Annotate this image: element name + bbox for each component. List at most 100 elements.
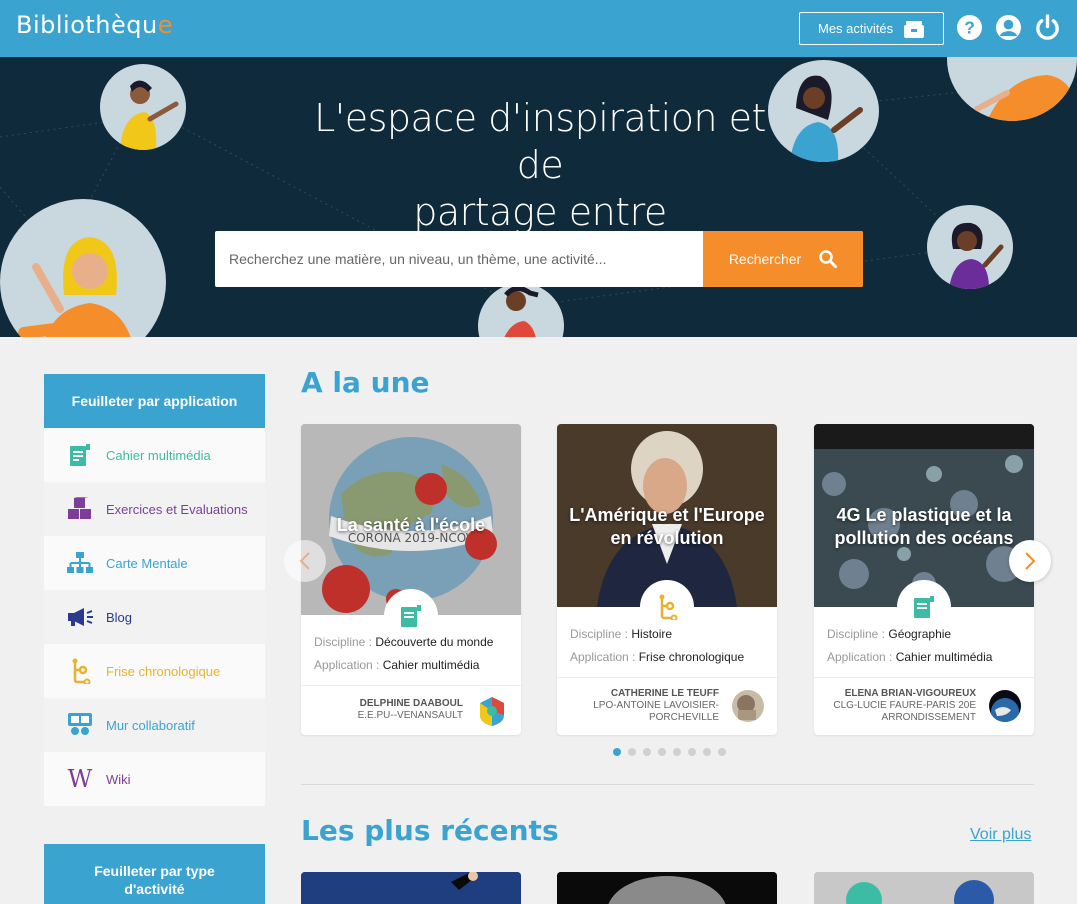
- chevron-right-icon: [1025, 552, 1036, 570]
- sidebar-item-label: Frise chronologique: [106, 663, 221, 679]
- card-meta: Discipline : Histoire Application : Fris…: [570, 623, 744, 669]
- hero-banner: L'espace d'inspiration et de partage ent…: [0, 57, 1077, 337]
- application-list: Cahier multimédia Exercices et Evaluatio…: [44, 428, 265, 806]
- sidebar-item-label: Blog: [106, 609, 133, 625]
- card-image: CORONA 2019-NCOV La santé à l'école: [301, 424, 521, 615]
- search-button[interactable]: Rechercher: [703, 231, 863, 287]
- carousel-prev-button[interactable]: [284, 540, 326, 582]
- hero-title-line-1: L'espace d'inspiration et de: [314, 96, 766, 187]
- cubes-icon: [66, 495, 94, 523]
- card-meta: Discipline : Géographie Application : Ca…: [827, 623, 992, 669]
- application-key: Application :: [827, 650, 893, 664]
- svg-text:W: W: [68, 768, 93, 790]
- sidebar-item-carte-mentale[interactable]: Carte Mentale: [44, 536, 265, 590]
- section-divider: [301, 784, 1034, 785]
- activity-card[interactable]: CORONA 2019-NCOV La santé à l'école Disc…: [301, 424, 521, 735]
- person-illustration: [100, 64, 186, 150]
- sidebar-item-label: Mur collaboratif: [106, 717, 195, 733]
- heading-line-1: Feuilleter par type: [94, 863, 215, 879]
- recent-card-image[interactable]: [557, 872, 777, 904]
- carousel-pagination: [613, 748, 726, 756]
- author-school: CLG-LUCIE FAURE-PARIS 20E: [833, 700, 976, 711]
- my-activities-button[interactable]: Mes activités: [799, 12, 944, 45]
- application-key: Application :: [570, 650, 636, 664]
- author-school-2: ARRONDISSEMENT: [881, 712, 976, 723]
- sidebar-item-label: Cahier multimédia: [106, 447, 211, 463]
- browse-by-application-heading: Feuilleter par application: [44, 374, 265, 437]
- carousel-dot[interactable]: [658, 748, 666, 756]
- card-author: CATHERINE LE TEUFF LPO-ANTOINE LAVOISIER…: [593, 688, 719, 724]
- author-school: LPO-ANTOINE LAVOISIER-: [593, 700, 719, 711]
- card-meta: Discipline : Découverte du monde Applica…: [314, 631, 493, 677]
- help-icon[interactable]: ?: [956, 14, 983, 41]
- card-author: ELENA BRIAN-VIGOUREUX CLG-LUCIE FAURE-PA…: [833, 688, 976, 724]
- discipline-value: Découverte du monde: [375, 635, 494, 649]
- top-navigation-bar: Bibliothèque Mes activités ?: [0, 0, 1077, 57]
- sidebar-item-exercices[interactable]: Exercices et Evaluations: [44, 482, 265, 536]
- avatar: [476, 695, 508, 727]
- see-more-link[interactable]: Voir plus: [970, 826, 1031, 844]
- sidebar-item-label: Wiki: [106, 771, 131, 787]
- user-profile-icon[interactable]: [995, 14, 1022, 41]
- sidebar-item-label: Exercices et Evaluations: [106, 501, 248, 517]
- sidebar-item-label: Carte Mentale: [106, 555, 188, 571]
- browse-by-activity-type-heading: Feuilleter par type d'activité: [44, 844, 265, 904]
- activity-card[interactable]: 4G Le plastique et la pollution des océa…: [814, 424, 1034, 735]
- svg-text:?: ?: [964, 17, 975, 37]
- author-name: ELENA BRIAN-VIGOUREUX: [844, 688, 976, 699]
- timeline-icon: [66, 657, 94, 685]
- application-value: Cahier multimédia: [382, 658, 480, 672]
- author-name: DELPHINE DAABOUL: [359, 698, 463, 709]
- carousel-dot[interactable]: [688, 748, 696, 756]
- megaphone-icon: [66, 603, 94, 631]
- recent-section-title: Les plus récents: [301, 814, 559, 847]
- author-school-2: PORCHEVILLE: [648, 712, 719, 723]
- carousel-dot[interactable]: [703, 748, 711, 756]
- avatar: [732, 690, 764, 722]
- discipline-key: Discipline :: [314, 635, 373, 649]
- sidebar-item-wiki[interactable]: W Wiki: [44, 752, 265, 806]
- briefcase-icon: [904, 21, 924, 38]
- search-input[interactable]: [215, 231, 703, 287]
- multimedia-notebook-icon: [66, 441, 94, 469]
- sidebar-item-cahier-multimedia[interactable]: Cahier multimédia: [44, 428, 265, 482]
- discipline-key: Discipline :: [827, 627, 886, 641]
- my-activities-label: Mes activités: [818, 21, 894, 36]
- sidebar-item-blog[interactable]: Blog: [44, 590, 265, 644]
- author-school: E.E.PU--VENANSAULT: [357, 710, 463, 721]
- carousel-dot[interactable]: [613, 748, 621, 756]
- sidebar-item-mur-collaboratif[interactable]: Mur collaboratif: [44, 698, 265, 752]
- carousel-dot[interactable]: [628, 748, 636, 756]
- power-logout-icon[interactable]: [1034, 14, 1061, 41]
- application-value: Frise chronologique: [638, 650, 745, 664]
- discipline-value: Géographie: [888, 627, 952, 641]
- search-icon: [819, 250, 838, 268]
- collaborative-wall-icon: [66, 711, 94, 739]
- sidebar-item-frise[interactable]: Frise chronologique: [44, 644, 265, 698]
- logo-accent: e: [157, 11, 173, 39]
- discipline-value: Histoire: [631, 627, 673, 641]
- wiki-icon: W: [66, 765, 94, 793]
- recent-card-image[interactable]: [301, 872, 521, 904]
- featured-section-title: A la une: [301, 366, 430, 399]
- person-illustration: [768, 60, 879, 162]
- card-footer: CATHERINE LE TEUFF LPO-ANTOINE LAVOISIER…: [557, 677, 777, 735]
- logo-text: Bibliothèqu: [16, 11, 158, 39]
- avatar: [989, 690, 1021, 722]
- carousel-dot[interactable]: [643, 748, 651, 756]
- app-logo[interactable]: Bibliothèque: [16, 11, 173, 39]
- card-author: DELPHINE DAABOUL E.E.PU--VENANSAULT: [358, 698, 463, 722]
- carousel-dot[interactable]: [718, 748, 726, 756]
- heading-line-2: d'activité: [124, 881, 185, 897]
- card-footer: ELENA BRIAN-VIGOUREUX CLG-LUCIE FAURE-PA…: [814, 677, 1034, 735]
- carousel-dot[interactable]: [673, 748, 681, 756]
- carousel-next-button[interactable]: [1009, 540, 1051, 582]
- card-title: 4G Le plastique et la pollution des océa…: [834, 505, 1014, 548]
- author-name: CATHERINE LE TEUFF: [610, 688, 719, 699]
- recent-card-image[interactable]: [814, 872, 1034, 904]
- chevron-left-icon: [299, 552, 310, 570]
- person-illustration: [927, 205, 1013, 289]
- search-bar: Rechercher: [215, 231, 863, 287]
- card-title: La santé à l'école: [336, 515, 486, 535]
- activity-card[interactable]: L'Amérique et l'Europe en révolution Dis…: [557, 424, 777, 735]
